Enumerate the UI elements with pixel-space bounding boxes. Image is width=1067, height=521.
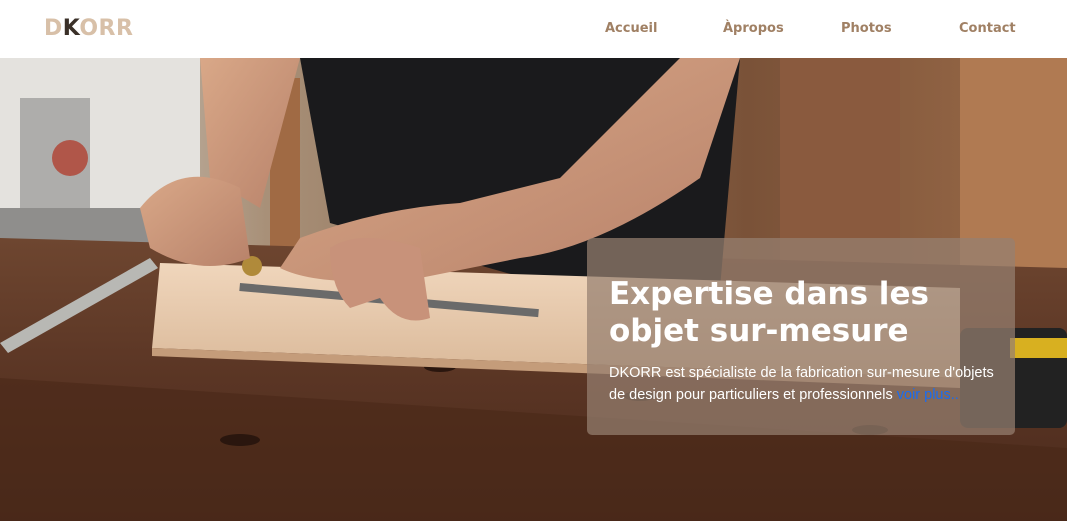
logo-suffix: ORR [79, 16, 134, 41]
nav-link-accueil[interactable]: Accueil [605, 21, 657, 36]
nav-link-contact[interactable]: Contact [959, 21, 1016, 36]
nav-link-apropos[interactable]: Àpropos [723, 21, 784, 36]
brand-logo[interactable]: DKORR [44, 16, 133, 41]
navbar: DKORR Accueil Àpropos Photos Contact [0, 0, 1067, 58]
hero-card: Expertise dans les objet sur-mesure DKOR… [587, 238, 1015, 435]
hero-description: DKORR est spécialiste de la fabrication … [609, 362, 999, 406]
logo-accent: K [62, 16, 80, 41]
hero-title: Expertise dans les objet sur-mesure [609, 276, 929, 349]
read-more-link[interactable]: voir plus.. [897, 387, 959, 403]
logo-prefix: D [44, 16, 63, 41]
hero-section: Expertise dans les objet sur-mesure DKOR… [0, 58, 1067, 521]
nav-link-photos[interactable]: Photos [841, 21, 892, 36]
